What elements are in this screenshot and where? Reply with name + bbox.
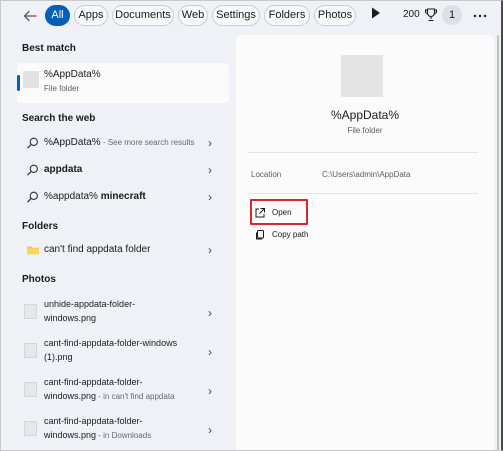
detail-panel: %AppData% File folder Location C:\Users\… (236, 35, 494, 450)
folder-result-1-label: can't find appdata folder (44, 244, 151, 255)
search-window: All Apps Documents Web Settings Folders … (0, 0, 503, 451)
tab-folders[interactable]: Folders (264, 5, 310, 26)
location-value: C:\Users\admin\AppData (322, 170, 411, 179)
tab-all[interactable]: All (45, 5, 70, 26)
divider (248, 193, 478, 194)
photo-result-3-line2: windows.png (44, 391, 97, 401)
detail-title: %AppData% (330, 108, 400, 122)
photo-result-2-line1: cant-find-appdata-folder-windows (44, 338, 178, 348)
photo-result-2-line2: (1).png (44, 352, 73, 362)
photo-result-1[interactable]: unhide-appdata-folder- windows.png › (17, 295, 229, 331)
copy-icon (254, 228, 266, 240)
tab-settings[interactable]: Settings (212, 5, 260, 26)
chevron-right-icon: › (208, 243, 212, 257)
photo-result-3[interactable]: cant-find-appdata-folder- windows.png - … (17, 373, 229, 409)
location-label: Location (251, 170, 282, 179)
divider (248, 152, 478, 153)
play-icon[interactable] (369, 7, 383, 25)
best-match-heading: Best match (22, 43, 76, 54)
photo-result-4-line2: windows.png (44, 430, 97, 440)
detail-subtitle: File folder (347, 126, 383, 135)
scrollbar-thumb[interactable] (497, 35, 499, 450)
web-result-1-main: %AppData% (44, 137, 101, 148)
best-match-title: %AppData% (44, 69, 101, 80)
web-result-2[interactable]: appdata › (17, 159, 229, 183)
web-result-2-main: appdata (44, 164, 83, 175)
photo-result-1-line2: windows.png (44, 313, 97, 323)
photo-result-2[interactable]: cant-find-appdata-folder-windows (1).png… (17, 334, 229, 370)
folders-heading: Folders (22, 221, 59, 232)
search-icon (26, 190, 40, 204)
filter-bar: All Apps Documents Web Settings Folders … (1, 1, 501, 31)
photo-result-3-sub: - in can't find appdata (96, 392, 175, 401)
chevron-right-icon: › (208, 306, 212, 320)
back-arrow-icon[interactable] (21, 7, 39, 25)
chevron-right-icon: › (208, 163, 212, 177)
tab-photos[interactable]: Photos (314, 5, 356, 26)
folder-preview (341, 55, 383, 97)
chevron-right-icon: › (208, 190, 212, 204)
web-heading: Search the web (22, 113, 96, 124)
trophy-icon[interactable] (424, 7, 438, 23)
photo-result-1-line1: unhide-appdata-folder- (44, 299, 136, 309)
open-action-label: Open (272, 208, 292, 217)
chevron-right-icon: › (208, 423, 212, 437)
more-icon[interactable] (471, 7, 489, 25)
tab-web[interactable]: Web (178, 5, 208, 26)
best-match-item[interactable]: %AppData% File folder (17, 63, 229, 103)
image-thumbnail (24, 304, 37, 319)
search-icon (26, 136, 40, 150)
web-result-1[interactable]: %AppData% - See more search results › (17, 132, 229, 156)
photo-result-3-line1: cant-find-appdata-folder- (44, 377, 143, 387)
chevron-right-icon: › (208, 136, 212, 150)
image-thumbnail (24, 343, 37, 358)
image-thumbnail (24, 382, 37, 397)
scrollbar[interactable] (495, 35, 501, 450)
folder-thumbnail (23, 71, 39, 88)
web-result-3[interactable]: %appdata% minecraft › (17, 186, 229, 210)
best-match-subtitle: File folder (44, 84, 80, 93)
web-result-1-sub: - See more search results (100, 138, 195, 147)
folder-result-1[interactable]: can't find appdata folder › (17, 239, 229, 263)
rewards-points: 200 (403, 9, 420, 20)
tab-documents[interactable]: Documents (112, 5, 174, 26)
account-avatar[interactable]: 1 (442, 5, 462, 25)
photo-result-4-line1: cant-find-appdata-folder- (44, 416, 143, 426)
photo-result-4-sub: - in Downloads (96, 431, 152, 440)
photos-heading: Photos (22, 274, 56, 285)
search-icon (26, 163, 40, 177)
web-result-3-bold: minecraft (100, 191, 146, 202)
chevron-right-icon: › (208, 345, 212, 359)
open-action[interactable]: Open (251, 203, 341, 223)
chevron-right-icon: › (208, 384, 212, 398)
web-result-3-main: %appdata% (44, 191, 101, 202)
open-external-icon (254, 206, 266, 218)
folder-icon (26, 243, 40, 257)
selection-accent (17, 75, 20, 91)
copy-path-label: Copy path (272, 230, 309, 239)
photo-result-4[interactable]: cant-find-appdata-folder- windows.png - … (17, 412, 229, 448)
copy-path-action[interactable]: Copy path (251, 225, 341, 245)
tab-apps[interactable]: Apps (74, 5, 108, 26)
image-thumbnail (24, 421, 37, 436)
